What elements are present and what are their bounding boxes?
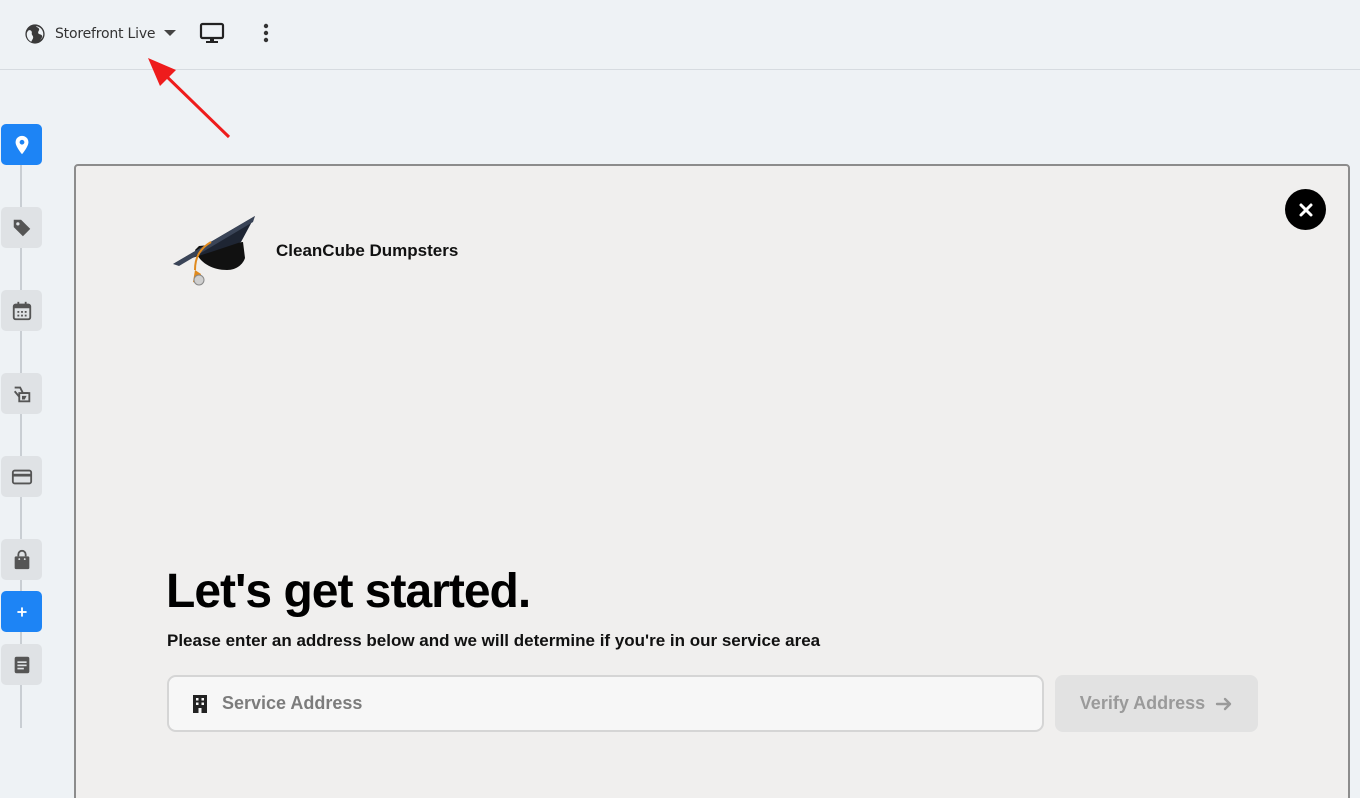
brand-name: CleanCube Dumpsters bbox=[276, 241, 459, 260]
building-icon bbox=[193, 694, 207, 713]
service-address-field[interactable] bbox=[167, 675, 1044, 732]
page-subtitle: Please enter an address below and we wil… bbox=[167, 631, 821, 650]
document-icon bbox=[14, 656, 29, 673]
sidebar-item-pricing[interactable] bbox=[1, 207, 42, 248]
arrow-right-icon bbox=[1216, 697, 1232, 710]
sidebar-add-step-button[interactable] bbox=[1, 591, 42, 632]
calendar-icon bbox=[12, 301, 31, 320]
preview-monitor-button[interactable] bbox=[199, 21, 225, 45]
service-address-input[interactable] bbox=[222, 693, 1022, 714]
sidebar-item-delivery[interactable] bbox=[1, 373, 42, 414]
verify-address-label: Verify Address bbox=[1079, 693, 1206, 713]
tag-icon bbox=[13, 219, 30, 236]
shopping-bag-icon bbox=[14, 549, 29, 569]
environment-switcher[interactable]: Storefront Live bbox=[24, 22, 177, 46]
sidebar-item-checkout[interactable] bbox=[1, 539, 42, 580]
credit-card-icon bbox=[11, 469, 32, 484]
close-icon bbox=[1299, 203, 1312, 216]
delivery-icon bbox=[13, 386, 30, 402]
sidebar-item-location[interactable] bbox=[1, 124, 42, 165]
graduation-cap-icon bbox=[173, 216, 255, 286]
plus-icon bbox=[16, 606, 27, 617]
sidebar-item-payment[interactable] bbox=[1, 456, 42, 497]
close-preview-button[interactable] bbox=[1285, 189, 1326, 230]
verify-address-button[interactable]: Verify Address bbox=[1055, 675, 1258, 732]
globe-icon bbox=[25, 24, 45, 44]
monitor-icon bbox=[199, 22, 225, 43]
top-bar: Storefront Live bbox=[0, 0, 1360, 70]
environment-label: Storefront Live bbox=[55, 26, 156, 42]
more-options-button[interactable] bbox=[256, 21, 276, 45]
storefront-preview-panel: CleanCube Dumpsters Let's get started. P… bbox=[74, 164, 1350, 798]
sidebar-item-summary[interactable] bbox=[1, 644, 42, 685]
caret-down-icon bbox=[164, 30, 177, 36]
sidebar-item-schedule[interactable] bbox=[1, 290, 42, 331]
more-vertical-icon bbox=[263, 23, 269, 43]
map-pin-icon bbox=[15, 135, 28, 154]
page-title: Let's get started. bbox=[166, 565, 531, 618]
